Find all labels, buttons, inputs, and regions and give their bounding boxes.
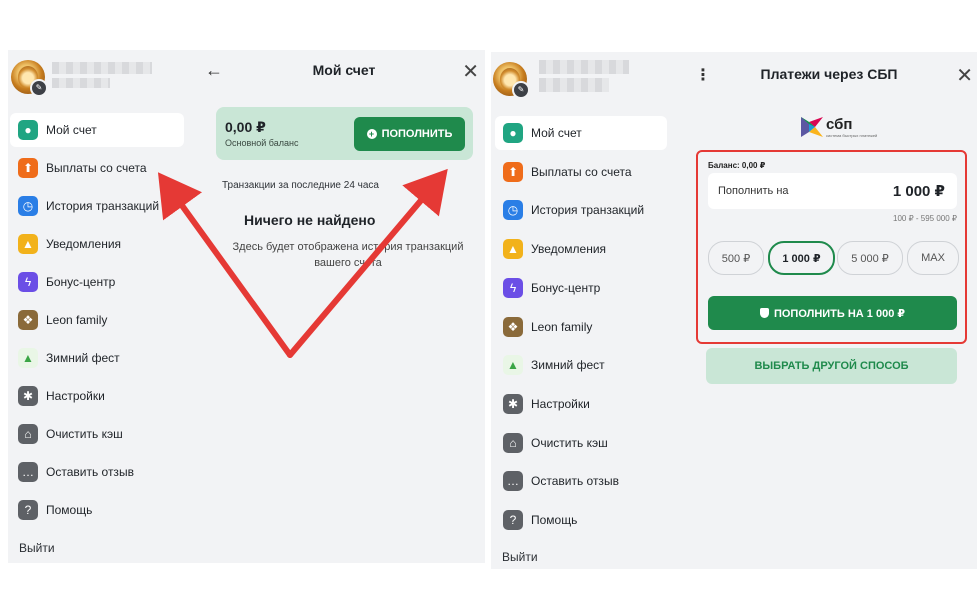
- arrow-to-menu: [157, 172, 293, 358]
- arrow-to-topup: [287, 168, 448, 358]
- annotation-arrows: [157, 168, 448, 358]
